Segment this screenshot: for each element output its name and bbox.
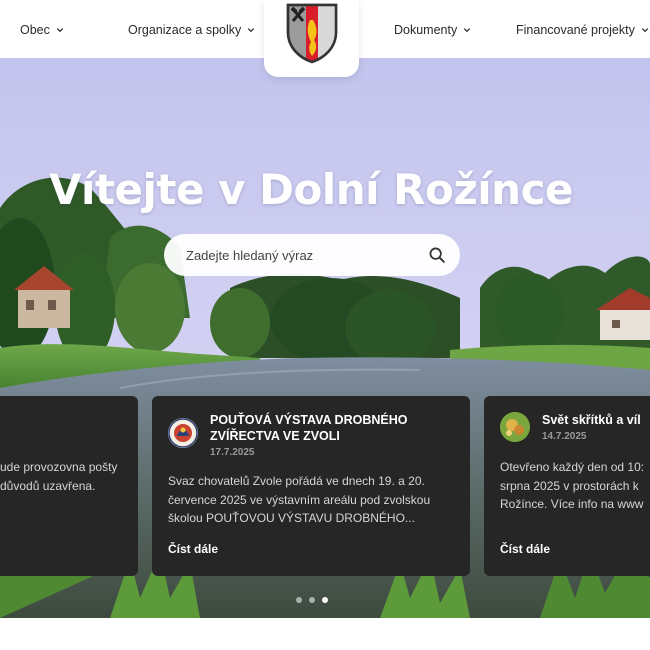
excerpt-line: Svaz chovatelů Zvole pořádá ve dnech 19.… <box>168 474 425 488</box>
nav-item-financovane-projekty[interactable]: Financované projekty <box>516 20 649 40</box>
search-input[interactable] <box>186 247 428 263</box>
news-card-title: POUŤOVÁ VÝSTAVA DROBNÉHO ZVÍŘECTVA VE ZV… <box>210 412 450 444</box>
search-bar <box>164 234 460 276</box>
chevron-down-icon <box>56 28 64 33</box>
title-line: POUŤOVÁ VÝSTAVA DROBNÉHO <box>210 413 408 427</box>
news-card-excerpt: Otevřeno každý den od 10: srpna 2025 v p… <box>500 458 650 514</box>
title-line: ZVÍŘECTVA VE ZVOLI <box>210 429 340 443</box>
nav-item-label: Financované projekty <box>516 23 635 37</box>
nav-item-organizace[interactable]: Organizace a spolky <box>128 20 255 40</box>
nav-item-dokumenty[interactable]: Dokumenty <box>394 20 471 40</box>
news-card-date: 14.7.2025 <box>542 431 587 442</box>
nav-item-obec[interactable]: Obec <box>20 20 64 40</box>
carousel-dot-active[interactable] <box>322 597 328 603</box>
home-logo[interactable] <box>264 0 359 77</box>
excerpt-line: Otevřeno každý den od 10: <box>500 460 645 474</box>
news-card-title: Svět skřítků a víl <box>542 413 641 427</box>
chevron-down-icon <box>248 28 255 33</box>
hero-banner: Vítejte v Dolní Rožínce ude provozovna p… <box>0 58 650 618</box>
search-icon[interactable] <box>428 246 446 264</box>
news-card[interactable]: Svět skřítků a víl 14.7.2025 Otevřeno ka… <box>484 396 650 576</box>
carousel-dot[interactable] <box>309 597 315 603</box>
read-more-link[interactable]: Číst dále <box>500 542 550 556</box>
news-card[interactable]: ude provozovna pošty důvodů uzavřena. <box>0 396 138 576</box>
news-card-excerpt: Svaz chovatelů Zvole pořádá ve dnech 19.… <box>168 472 460 528</box>
chevron-down-icon <box>463 28 471 33</box>
news-card-date: 17.7.2025 <box>210 447 255 458</box>
news-card-avatar <box>500 412 530 442</box>
excerpt-line: Rožínce. Více info na www <box>500 497 644 511</box>
coat-of-arms-icon <box>286 3 337 64</box>
nav-item-label: Organizace a spolky <box>128 23 242 37</box>
excerpt-line: července 2025 ve výstavním areálu pod zv… <box>168 492 431 507</box>
hero-title: Vítejte v Dolní Rožínce <box>49 165 573 214</box>
news-card-excerpt: ude provozovna pošty důvodů uzavřena. <box>0 458 138 495</box>
nav-item-label: Obec <box>20 23 50 37</box>
excerpt-line: školou POUŤOVOU VÝSTAVU DROBNÉHO... <box>168 511 415 525</box>
chevron-down-icon <box>641 28 649 33</box>
news-card-avatar <box>168 418 198 448</box>
carousel-pagination <box>296 597 328 603</box>
read-more-link[interactable]: Číst dále <box>168 542 218 556</box>
news-card[interactable]: POUŤOVÁ VÝSTAVA DROBNÉHO ZVÍŘECTVA VE ZV… <box>152 396 470 576</box>
excerpt-line: ude provozovna pošty <box>0 460 118 474</box>
association-logo-icon <box>168 418 198 448</box>
nav-item-label: Dokumenty <box>394 23 458 37</box>
excerpt-line: důvodů uzavřena. <box>0 478 96 493</box>
carousel-dot[interactable] <box>296 597 302 603</box>
excerpt-line: srpna 2025 v prostorách k <box>500 478 639 493</box>
fairy-image-icon <box>500 412 530 442</box>
